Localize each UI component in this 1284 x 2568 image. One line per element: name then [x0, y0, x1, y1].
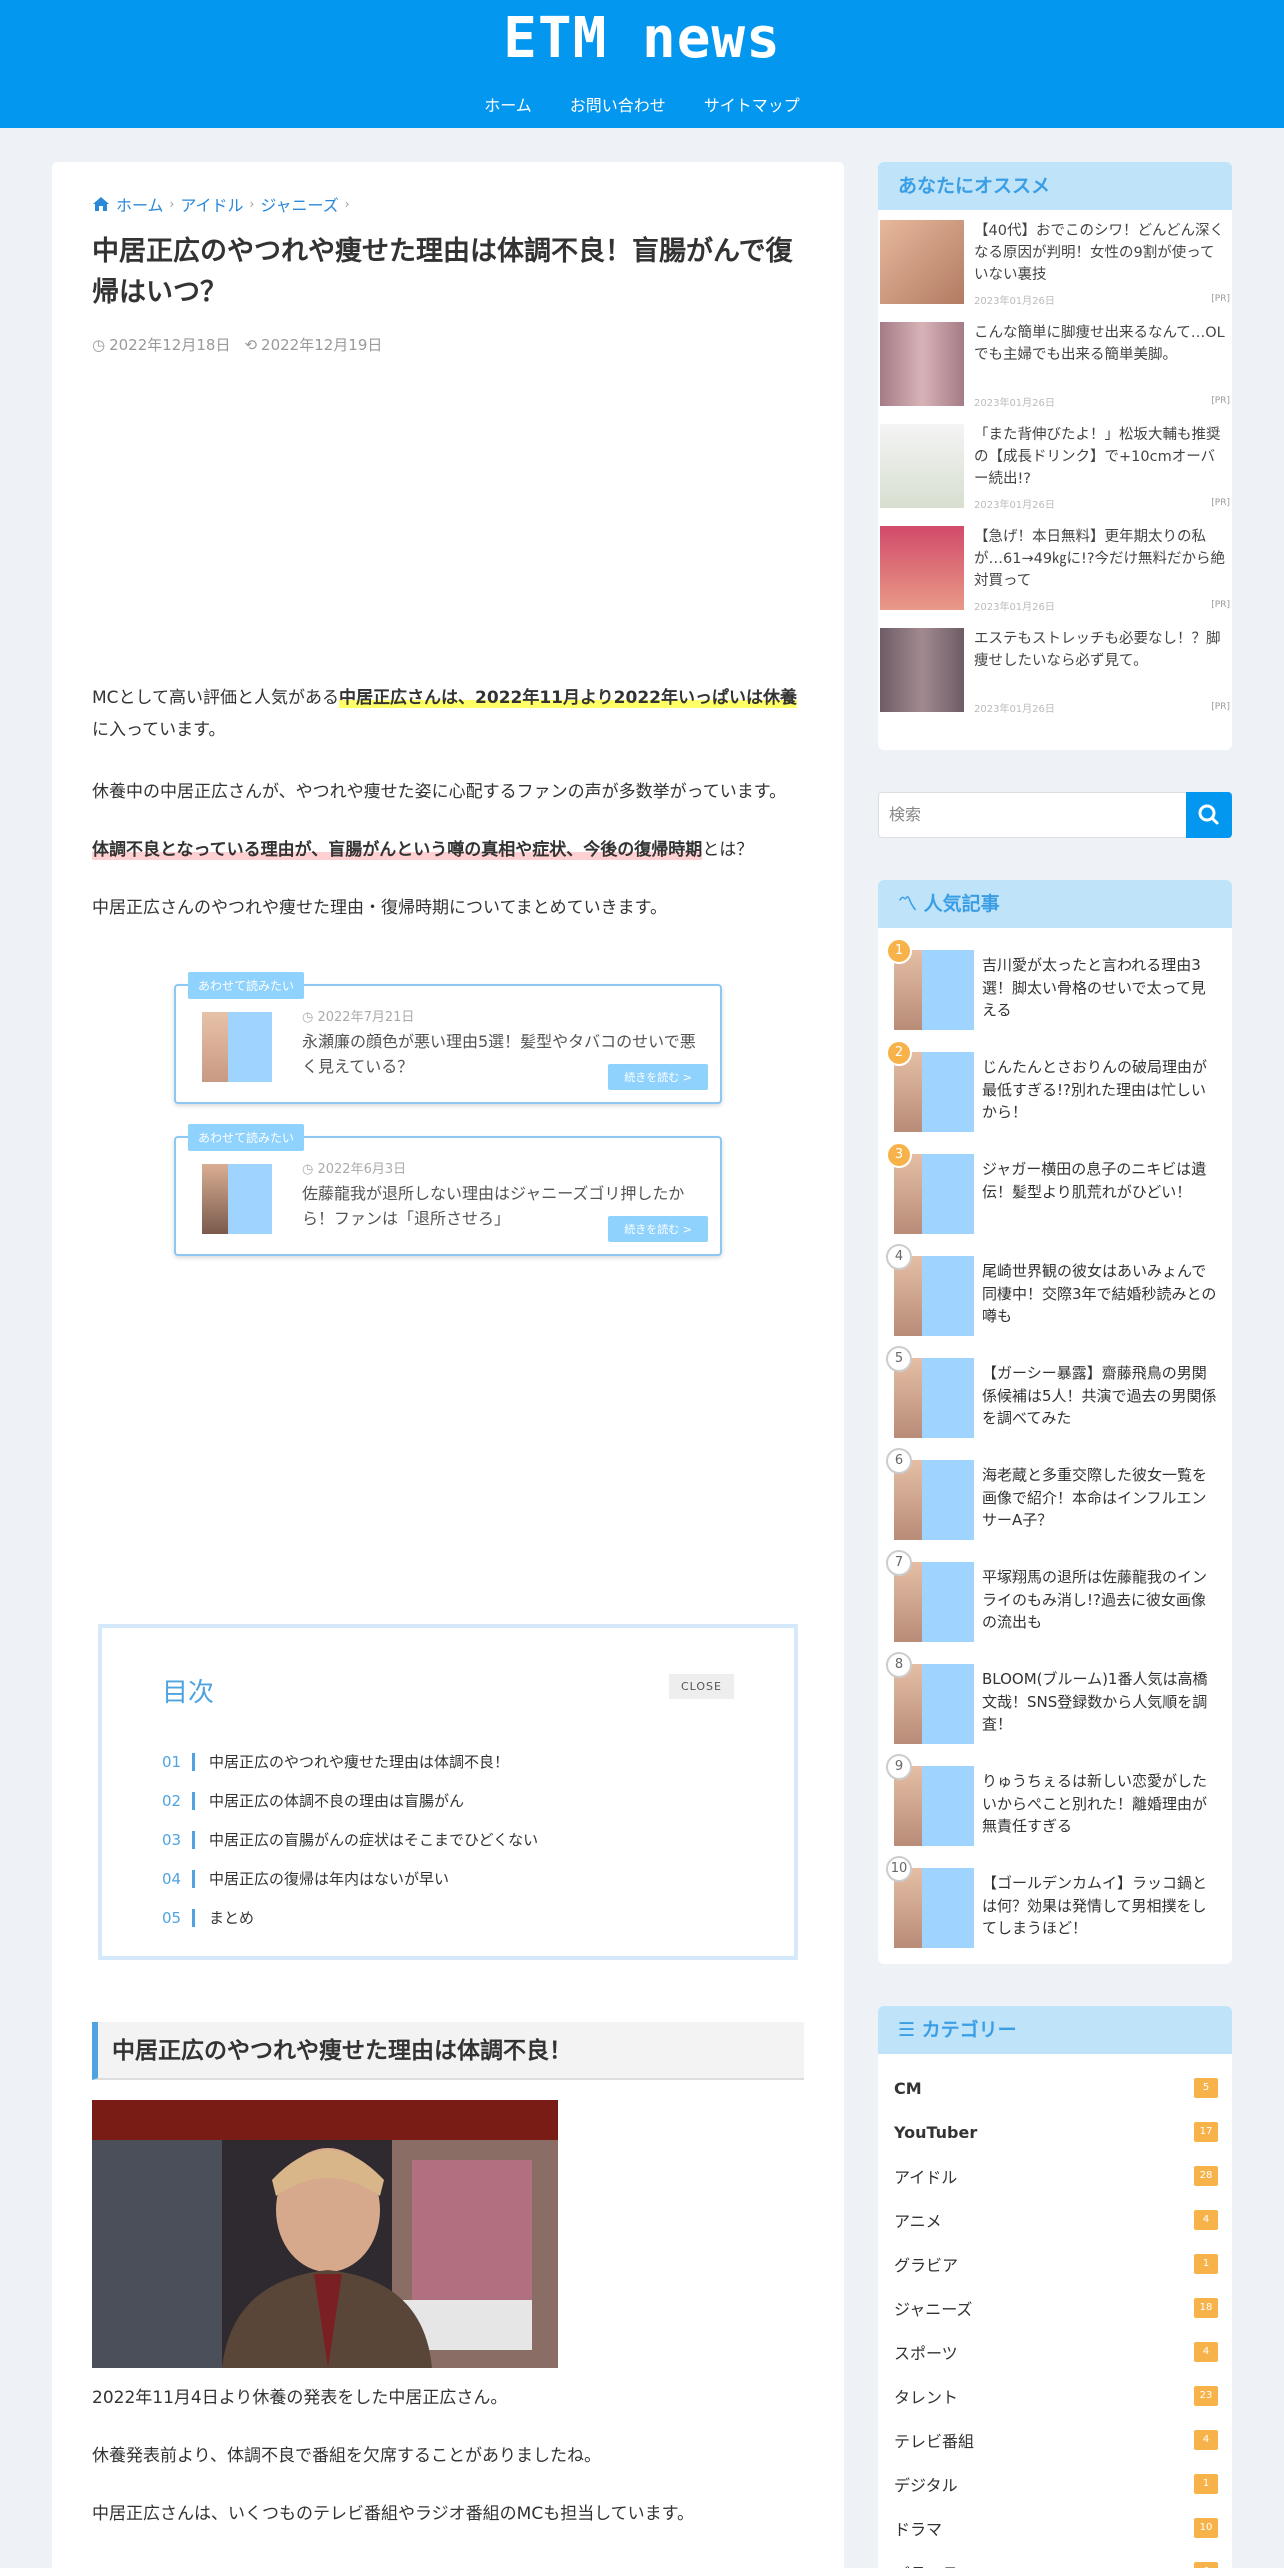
related-card[interactable]: あわせて読みたい ◷ 2022年7月21日 永瀬廉の顔色が悪い理由5選！髪型やタ…	[174, 972, 722, 1104]
popular-item[interactable]: 5 【ガーシー暴露】齋藤飛鳥の男関係候補は5人！共演で過去の男関係を調べてみた	[886, 1346, 1222, 1442]
article-dates: ◷ 2022年12月18日 ⟲ 2022年12月19日	[92, 334, 382, 355]
search-button[interactable]	[1186, 792, 1232, 838]
breadcrumb-home[interactable]: ホーム	[116, 192, 164, 216]
breadcrumb: ホーム › アイドル › ジャニーズ ›	[92, 192, 350, 216]
popular-heading: 〽︎ 人気記事	[878, 880, 1232, 928]
read-more-button[interactable]: 続きを読む >	[608, 1216, 708, 1242]
related-date: ◷ 2022年7月21日	[302, 1010, 415, 1025]
chevron-right-icon: ›	[169, 197, 175, 211]
category-item[interactable]: ドラマ 10	[894, 2506, 1218, 2550]
toc-close-button[interactable]: CLOSE	[668, 1674, 734, 1699]
category-item[interactable]: タレント 23	[894, 2374, 1218, 2418]
recommend-heading: あなたにオススメ	[878, 162, 1232, 210]
category-item[interactable]: アニメ 4	[894, 2198, 1218, 2242]
popular-item[interactable]: 7 平塚翔馬の退所は佐藤龍我のインライのもみ消し!?過去に彼女画像の流出も	[886, 1550, 1222, 1646]
paragraph-2: 休養中の中居正広さんが、やつれや痩せた姿に心配するファンの声が多数挙がっています…	[92, 782, 787, 802]
paragraph-5: 2022年11月4日より休養の発表をした中居正広さん。	[92, 2388, 508, 2408]
related-thumbnail	[202, 1012, 272, 1082]
site-logo[interactable]: ETM news	[0, 6, 1284, 71]
category-item[interactable]: テレビ番組 4	[894, 2418, 1218, 2462]
paragraph-3: 体調不良となっている理由が、盲腸がんという噂の真相や症状、今後の復帰時期とは？	[92, 840, 754, 860]
read-more-button[interactable]: 続きを読む >	[608, 1064, 708, 1090]
related-tag: あわせて読みたい	[188, 972, 305, 999]
category-item[interactable]: CM 5	[894, 2066, 1218, 2110]
recommend-thumbnail	[880, 424, 964, 508]
toc-item[interactable]: 02 中居正広の体調不良の理由は盲腸がん	[162, 1781, 538, 1820]
toc-item[interactable]: 04 中居正広の復帰は年内はないが早い	[162, 1859, 538, 1898]
paragraph-6: 休養発表前より、体調不良で番組を欠席することがありましたね。	[92, 2446, 601, 2466]
section-heading: 中居正広のやつれや痩せた理由は体調不良！	[92, 2022, 804, 2080]
search-form: 検索	[878, 792, 1232, 838]
category-item[interactable]: スポーツ 4	[894, 2330, 1218, 2374]
updated-date: 2022年12月19日	[261, 336, 383, 354]
toc-list: 01 中居正広のやつれや痩せた理由は体調不良！ 02 中居正広の体調不良の理由は盲腸…	[162, 1742, 538, 1937]
popular-item[interactable]: 10 【ゴールデンカムイ】ラッコ鍋とは何？効果は発情して男相撲をしてしまうほど！	[886, 1856, 1222, 1952]
category-item[interactable]: バラエティ6	[894, 2550, 1218, 2568]
popular-widget: 〽︎ 人気記事 1 吉川愛が太ったと言われる理由3選！脚太い骨格のせいで太って見え…	[878, 880, 1232, 1964]
recommend-item[interactable]: 【40代】おでこのシワ！どんどん深くなる原因が判明！女性の9割が使っていない裏技…	[880, 220, 1230, 316]
popular-item[interactable]: 9 りゅうちぇるは新しい恋愛がしたいからぺこと別れた！離婚理由が無責任すぎる	[886, 1754, 1222, 1850]
search-input[interactable]: 検索	[878, 792, 1188, 838]
category-heading: ☰ カテゴリー	[878, 2006, 1232, 2054]
popular-item[interactable]: 1 吉川愛が太ったと言われる理由3選！脚太い骨格のせいで太って見える	[886, 938, 1222, 1034]
article-photo	[92, 2100, 558, 2368]
related-card[interactable]: あわせて読みたい ◷ 2022年6月3日 佐藤龍我が退所しない理由はジャニーズゴ…	[174, 1124, 722, 1256]
category-item[interactable]: グラビア 1	[894, 2242, 1218, 2286]
recommend-thumbnail	[880, 628, 964, 712]
published-date: 2022年12月18日	[109, 336, 231, 354]
category-item[interactable]: YouTuber 17	[894, 2110, 1218, 2154]
recommend-item[interactable]: 【急げ！本日無料】更年期太りの私が…61→49㎏に!?今だけ無料だから絶対買って…	[880, 526, 1230, 622]
category-widget: ☰ カテゴリー CM 5 YouTuber 17 アイドル 28 アニメ 4 グラビア 1…	[878, 2006, 1232, 2568]
recommend-widget: あなたにオススメ 【40代】おでこのシワ！どんどん深くなる原因が判明！女性の9割…	[878, 162, 1232, 750]
breadcrumb-johnnys[interactable]: ジャニーズ	[260, 192, 338, 216]
category-item[interactable]: ジャニーズ 18	[894, 2286, 1218, 2330]
related-tag: あわせて読みたい	[188, 1124, 305, 1151]
recommend-item[interactable]: 「また背伸びたよ！」松坂大輔も推奨の【成長ドリンク】で+10cmオーバー続出!?…	[880, 424, 1230, 520]
home-icon	[93, 197, 109, 211]
search-icon	[1198, 804, 1219, 825]
global-nav: ホーム お問い合わせ サイトマップ	[0, 88, 1284, 120]
list-icon: ☰	[898, 2019, 916, 2041]
clock-icon: ◷	[92, 336, 106, 354]
related-thumbnail	[202, 1164, 272, 1234]
nav-sitemap[interactable]: サイトマップ	[685, 88, 819, 120]
table-of-contents: 目次 CLOSE 01 中居正広のやつれや痩せた理由は体調不良！ 02 中居正広の体…	[98, 1624, 798, 1960]
popular-item[interactable]: 3 ジャガー横田の息子のニキビは遺伝！髪型より肌荒れがひどい！	[886, 1142, 1222, 1238]
popular-item[interactable]: 2 じんたんとさおりんの破局理由が最低すぎる!?別れた理由は忙しいから！	[886, 1040, 1222, 1136]
toc-title: 目次	[162, 1678, 215, 1708]
chart-line-icon: 〽︎	[898, 893, 918, 915]
site-header: ETM news ホーム お問い合わせ サイトマップ	[0, 0, 1284, 128]
nav-contact[interactable]: お問い合わせ	[551, 88, 685, 120]
recommend-item[interactable]: エステもストレッチも必要なし！？脚痩せしたいなら必ず見て。 2023年01月26…	[880, 628, 1230, 724]
chevron-right-icon: ›	[344, 197, 350, 211]
category-item[interactable]: アイドル 28	[894, 2154, 1218, 2198]
breadcrumb-idol[interactable]: アイドル	[180, 192, 243, 216]
category-item[interactable]: デジタル 1	[894, 2462, 1218, 2506]
paragraph-4: 中居正広さんのやつれや痩せた理由・復帰時期についてまとめていきます。	[92, 898, 667, 918]
popular-item[interactable]: 8 BLOOM(ブルーム)1番人気は高橋文哉！SNS登録数から人気順を調査！	[886, 1652, 1222, 1748]
nav-home[interactable]: ホーム	[465, 88, 551, 120]
recommend-thumbnail	[880, 220, 964, 304]
recommend-item[interactable]: こんな簡単に脚痩せ出来るなんて…OLでも主婦でも出来る簡単美脚。 2023年01…	[880, 322, 1230, 418]
recommend-thumbnail	[880, 526, 964, 610]
refresh-icon: ⟲	[244, 336, 258, 354]
paragraph-7: 中居正広さんは、いくつものテレビ番組やラジオ番組のMCも担当しています。	[92, 2504, 694, 2524]
toc-item[interactable]: 01 中居正広のやつれや痩せた理由は体調不良！	[162, 1742, 538, 1781]
article-title: 中居正広のやつれや痩せた理由は体調不良！盲腸がんで復帰はいつ？	[92, 236, 793, 308]
toc-item[interactable]: 03 中居正広の盲腸がんの症状はそこまでひどくない	[162, 1820, 538, 1859]
recommend-thumbnail	[880, 322, 964, 406]
toc-item[interactable]: 05 まとめ	[162, 1898, 538, 1937]
related-date: ◷ 2022年6月3日	[302, 1162, 407, 1177]
popular-item[interactable]: 6 海老蔵と多重交際した彼女一覧を画像で紹介！本命はインフルエンサーA子？	[886, 1448, 1222, 1544]
paragraph-1: MCとして高い評価と人気がある中居正広さんは、2022年11月より2022年いっ…	[92, 688, 797, 741]
popular-item[interactable]: 4 尾崎世界観の彼女はあいみょんで同棲中！交際3年で結婚秒読みとの噂も	[886, 1244, 1222, 1340]
chevron-right-icon: ›	[249, 197, 255, 211]
article-main: ホーム › アイドル › ジャニーズ › 中居正広のやつれや痩せた理由は体調不良…	[52, 162, 844, 2568]
